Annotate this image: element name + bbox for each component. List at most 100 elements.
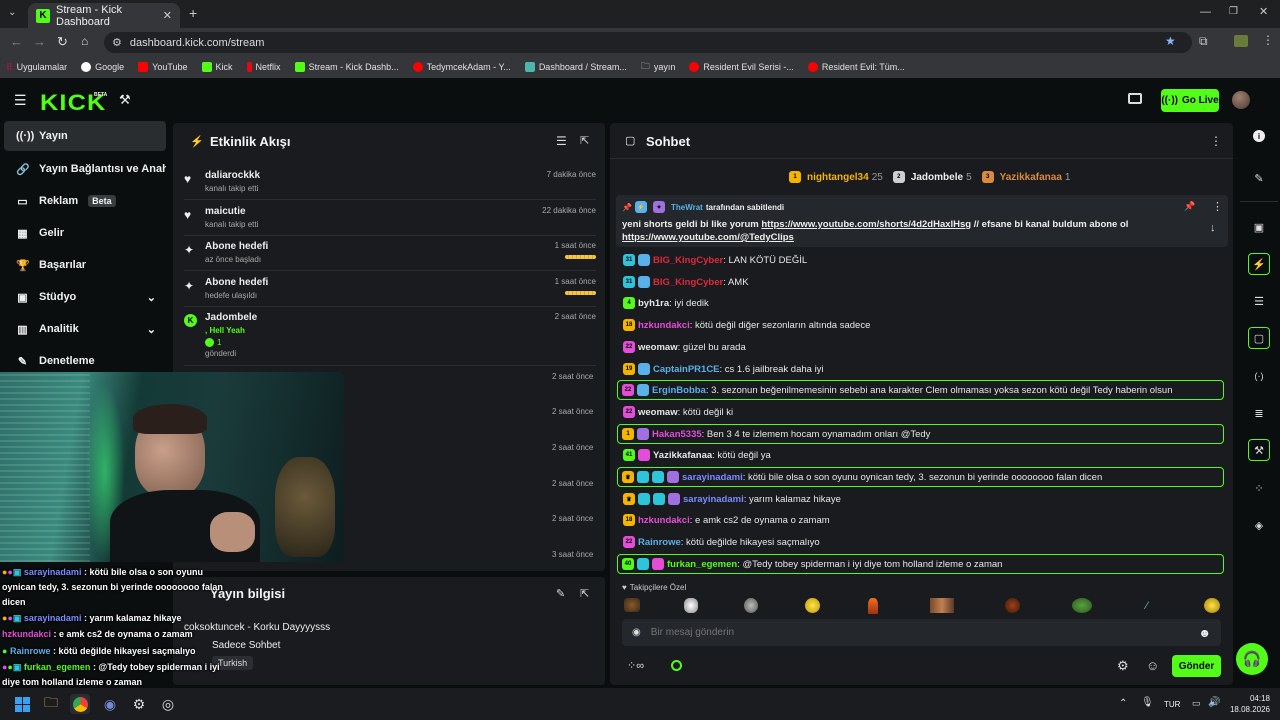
event-user[interactable]: maicutie (205, 206, 246, 217)
emoji-icon[interactable]: ☻ (1198, 626, 1211, 640)
event-user[interactable]: Jadombele (205, 312, 257, 323)
sidebar-item-basarilar[interactable]: 🏆 Başarılar (4, 250, 166, 280)
tab-close-icon[interactable]: ✕ (163, 9, 172, 22)
sidebar-item-gelir[interactable]: ▦ Gelir (4, 218, 166, 248)
bookmark-kick[interactable]: Kick (201, 62, 233, 72)
profile-icon[interactable] (1234, 35, 1248, 47)
bookmark-netflix[interactable]: Netflix (246, 62, 281, 72)
new-tab-icon[interactable]: + (189, 5, 197, 21)
info-icon[interactable]: i (1253, 130, 1265, 142)
bookmark-resident-evil-2[interactable]: Resident Evil: Tüm... (807, 62, 905, 72)
theater-mode-icon[interactable] (1128, 93, 1142, 104)
emote[interactable] (624, 598, 640, 612)
chat-username[interactable]: BIG_KingCyber (653, 255, 723, 266)
chat-input-box[interactable]: ◉ ☻ (622, 619, 1221, 646)
emote[interactable] (684, 598, 698, 613)
group-icon[interactable]: ⁘ (1248, 477, 1270, 499)
sidebar-item-studyo[interactable]: ▣ Stüdyo ⌄ (4, 282, 166, 312)
windows-start-icon[interactable] (12, 694, 32, 714)
sidebar-item-reklam[interactable]: ▭ Reklam Beta (4, 186, 166, 216)
stack-icon[interactable]: ≣ (1248, 402, 1270, 424)
edit-pencil-icon[interactable]: ✎ (556, 587, 565, 600)
home-icon[interactable]: ⌂ (81, 34, 88, 48)
emote[interactable] (868, 598, 878, 614)
leaderboard-entry[interactable]: 3 Yazikkafanaa 1 (981, 171, 1070, 183)
chat-username[interactable]: Rainrowe (638, 537, 681, 548)
file-explorer-icon[interactable]: 🗀 (41, 694, 61, 714)
hamburger-menu-icon[interactable]: ☰ (14, 92, 27, 109)
sidebar-item-stream-key[interactable]: 🔗Yayın Bağlantısı ve Anahtarı (4, 154, 166, 184)
input-language[interactable]: TUR (1164, 700, 1180, 709)
steam-icon[interactable]: ⚙ (129, 694, 149, 714)
support-button[interactable]: 🎧 (1236, 643, 1268, 675)
window-close-icon[interactable]: ✕ (1259, 5, 1268, 18)
popout-icon[interactable]: ⇱ (580, 134, 589, 147)
chat-users-icon[interactable]: ☺ (1146, 658, 1159, 673)
obs-icon[interactable]: ◎ (158, 694, 178, 714)
chat-username[interactable]: byh1ra (638, 298, 669, 309)
chat-username[interactable]: sarayinadami (683, 494, 744, 505)
emote[interactable] (1005, 598, 1020, 613)
hammer-icon[interactable]: ⚒ (1248, 439, 1270, 461)
pinned-menu-icon[interactable]: ⋮ (1212, 200, 1223, 213)
chat-username[interactable]: hzkundakci (638, 515, 690, 526)
tools-hammer-icon[interactable]: ⚒ (119, 92, 131, 108)
microphone-icon[interactable]: 🎙 (1141, 697, 1154, 708)
emote-menu-icon[interactable]: ⁘∞ (627, 659, 644, 672)
reload-icon[interactable]: ↻ (57, 34, 68, 50)
emote[interactable] (1204, 598, 1220, 613)
volume-icon[interactable]: 🔊 (1208, 697, 1220, 708)
bookmark-youtube[interactable]: YouTube (138, 62, 188, 72)
bookmark-google[interactable]: Google (81, 62, 124, 72)
broadcast-icon[interactable]: (·) (1248, 365, 1270, 387)
chat-username[interactable]: Hakan5335 (652, 429, 702, 440)
omnibox[interactable]: ⚙ dashboard.kick.com/stream (104, 32, 1192, 53)
expand-arrow-icon[interactable]: ↓ (1210, 222, 1216, 234)
pinned-link[interactable]: https://www.youtube.com/@TedyClips (622, 232, 794, 243)
extensions-icon[interactable]: ⧉ (1199, 34, 1208, 49)
kick-coin-icon[interactable] (671, 660, 682, 671)
popout-icon[interactable]: ⇱ (580, 587, 589, 600)
chat-username[interactable]: weomaw (638, 407, 678, 418)
browser-tab[interactable]: K Stream - Kick Dashboard ✕ (28, 3, 180, 28)
pinned-link[interactable]: https://www.youtube.com/shorts/4d2dHaxlH… (761, 219, 971, 230)
network-icon[interactable]: ▭ (1192, 698, 1201, 709)
prediction-icon[interactable]: ◈ (1248, 514, 1270, 536)
browser-menu-icon[interactable]: ⋮ (1262, 33, 1274, 47)
site-info-icon[interactable]: ⚙ (112, 36, 122, 49)
bookmark-tedymcek[interactable]: TedymcekAdam - Y... (412, 62, 511, 72)
minimize-icon[interactable]: — (1200, 6, 1211, 18)
chat-username[interactable]: hzkundakci (638, 320, 690, 331)
chat-username[interactable]: BIG_KingCyber (653, 277, 723, 288)
leaderboard-entry[interactable]: 1 nightangel34 25 (789, 171, 883, 183)
restore-icon[interactable]: ❐ (1229, 6, 1238, 17)
pinned-user[interactable]: TheWrat (671, 203, 703, 212)
bookmark-star-icon[interactable]: ★ (1165, 34, 1176, 48)
emote[interactable] (1072, 598, 1092, 613)
chat-username[interactable]: CaptainPR1CE (653, 364, 720, 375)
bookmark-dashboard-stream[interactable]: Dashboard / Stream... (524, 62, 627, 72)
bookmark-kick-dashboard[interactable]: Stream - Kick Dashb... (294, 62, 399, 72)
user-avatar[interactable] (1232, 91, 1250, 109)
send-button[interactable]: Gönder (1172, 655, 1221, 677)
chat-username[interactable]: weomaw (638, 342, 678, 353)
chrome-icon[interactable] (70, 694, 90, 714)
back-icon[interactable]: ← (10, 34, 23, 49)
tab-list-chevron-icon[interactable]: ⌄ (8, 7, 16, 18)
edit-icon[interactable]: ✎ (1248, 167, 1270, 189)
go-live-button[interactable]: ((·)) Go Live (1161, 89, 1219, 112)
bookmark-resident-evil-1[interactable]: Resident Evil Serisi -... (689, 62, 794, 72)
activity-bolt-icon[interactable]: ⚡ (1248, 253, 1270, 275)
chat-username[interactable]: ErginBobba (652, 385, 706, 396)
tray-chevron-icon[interactable]: ⌃ (1119, 698, 1127, 709)
clock[interactable]: 04:18 18.08.2026 (1222, 693, 1270, 715)
list-icon[interactable]: ☰ (1248, 290, 1270, 312)
chat-input[interactable] (650, 627, 1189, 638)
unpin-icon[interactable]: 📌 (1184, 201, 1195, 212)
emote[interactable]: ⁄ (1146, 600, 1160, 612)
forward-icon[interactable]: → (33, 34, 46, 49)
chat-username[interactable]: furkan_egemen (667, 559, 737, 570)
bookmark-folder-yayin[interactable]: 🗀 yayın (641, 59, 676, 75)
sidebar-item-yayin[interactable]: ((·)) Yayın (4, 121, 166, 151)
sidebar-item-analitik[interactable]: ▥ Analitik ⌄ (4, 314, 166, 344)
